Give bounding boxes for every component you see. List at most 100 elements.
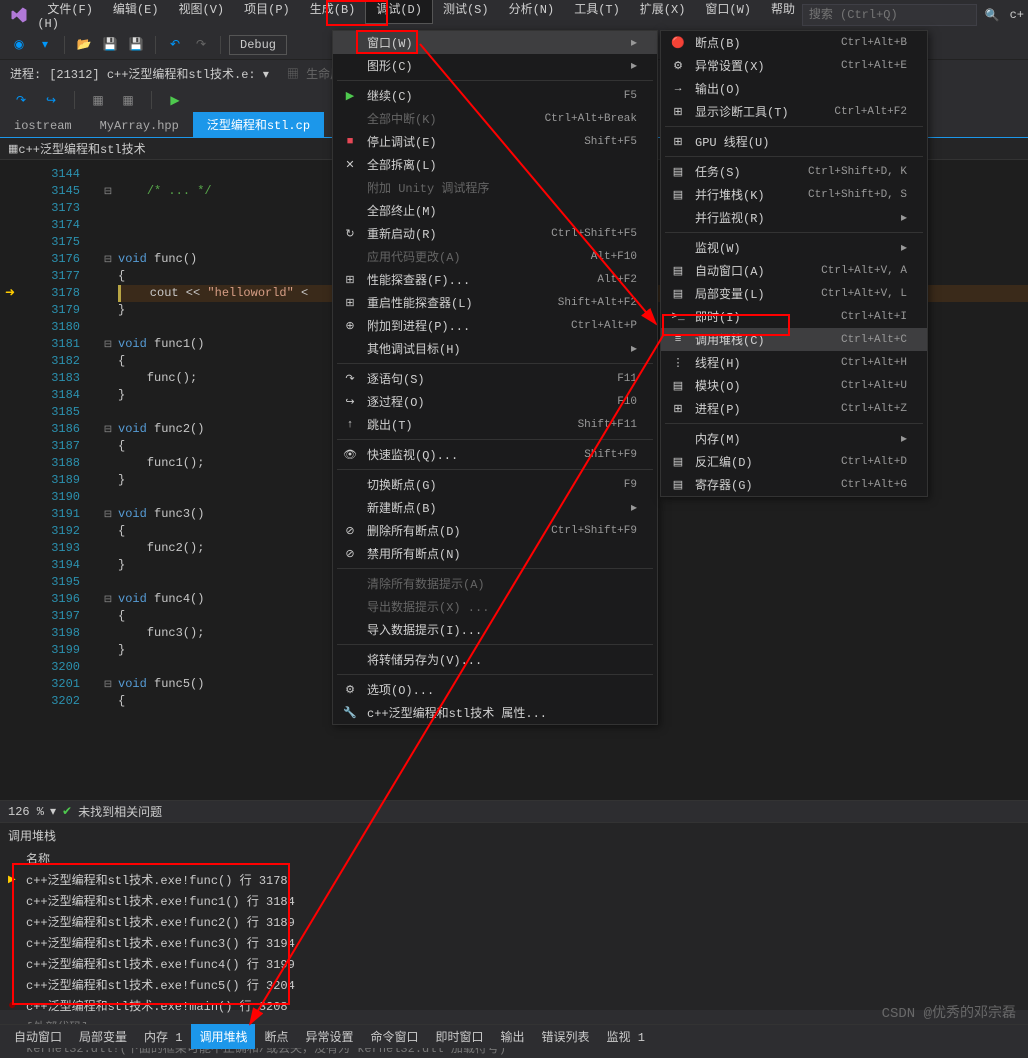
debug-menu-item[interactable]: 🔧c++泛型编程和stl技术 属性... [333, 701, 657, 724]
bottom-tab-10[interactable]: 监视 1 [599, 1024, 653, 1049]
windows-menu-item[interactable]: 并行监视(R)▸ [661, 206, 927, 229]
tab-1[interactable]: MyArray.hpp [86, 115, 193, 137]
callstack-row[interactable]: c++泛型编程和stl技术.exe!func5() 行 3204 [8, 974, 1020, 995]
menu-4[interactable]: 生成(B) [300, 0, 366, 23]
debug-menu-item[interactable]: 窗口(W)▸ [333, 31, 657, 54]
windows-menu-item[interactable]: ▤自动窗口(A)Ctrl+Alt+V, A [661, 259, 927, 282]
debug-menu-item[interactable]: ⊕附加到进程(P)...Ctrl+Alt+P [333, 314, 657, 337]
menu-5[interactable]: 调试(D) [365, 0, 433, 24]
debug-menu-item[interactable]: 将转储另存为(V)... [333, 648, 657, 671]
step-icon[interactable]: ↷ [10, 89, 32, 111]
bottom-tab-5[interactable]: 异常设置 [297, 1024, 361, 1049]
debug-menu-item: 附加 Unity 调试程序 [333, 176, 657, 199]
save-icon[interactable]: 💾 [99, 34, 121, 56]
debug-menu-item[interactable]: ⚙选项(O)... [333, 678, 657, 701]
windows-menu-item[interactable]: >_即时(I)Ctrl+Alt+I [661, 305, 927, 328]
debug-menu-item[interactable]: ■停止调试(E)Shift+F5 [333, 130, 657, 153]
callstack-header: 名称 [8, 848, 1020, 869]
debug-menu-item[interactable]: ⊞性能探查器(F)...Alt+F2 [333, 268, 657, 291]
menubar: 文件(F)编辑(E)视图(V)项目(P)生成(B)调试(D)测试(S)分析(N)… [0, 0, 1028, 30]
windows-menu-item[interactable]: ⊞显示诊断工具(T)Ctrl+Alt+F2 [661, 100, 927, 123]
bottom-tab-8[interactable]: 输出 [493, 1024, 533, 1049]
windows-menu-item[interactable]: ≡调用堆栈(C)Ctrl+Alt+C [661, 328, 927, 351]
windows-menu-item[interactable]: 内存(M)▸ [661, 427, 927, 450]
windows-menu-item[interactable]: ▤模块(O)Ctrl+Alt+U [661, 374, 927, 397]
step2-icon[interactable]: ↪ [40, 89, 62, 111]
open-icon[interactable]: 📂 [73, 34, 95, 56]
windows-menu-item[interactable]: ▤任务(S)Ctrl+Shift+D, K [661, 160, 927, 183]
callstack-row[interactable]: c++泛型编程和stl技术.exe!func3() 行 3194 [8, 932, 1020, 953]
debug-menu-item[interactable]: 其他调试目标(H)▸ [333, 337, 657, 360]
callstack-row[interactable]: c++泛型编程和stl技术.exe!func1() 行 3184 [8, 890, 1020, 911]
debug-menu-item[interactable]: ⊞重启性能探查器(L)Shift+Alt+F2 [333, 291, 657, 314]
tab-2[interactable]: 泛型编程和stl.cp [193, 112, 324, 137]
vs-logo-icon [8, 4, 29, 26]
debug-menu-item[interactable]: ▶继续(C)F5 [333, 84, 657, 107]
debug-menu-item[interactable]: ↻重新启动(R)Ctrl+Shift+F5 [333, 222, 657, 245]
saveall-icon[interactable]: 💾 [125, 34, 147, 56]
debug-menu-item: 导出数据提示(X) ... [333, 595, 657, 618]
debug-menu-item[interactable]: 导入数据提示(I)... [333, 618, 657, 641]
back-icon[interactable]: ◉ [8, 34, 30, 56]
callstack-row[interactable]: ▶c++泛型编程和stl技术.exe!func() 行 3178 [8, 869, 1020, 890]
bottom-tabs: 自动窗口局部变量内存 1调用堆栈断点异常设置命令窗口即时窗口输出错误列表监视 1 [0, 1024, 1028, 1048]
debug-menu[interactable]: 窗口(W)▸图形(C)▸▶继续(C)F5全部中断(K)Ctrl+Alt+Brea… [332, 30, 658, 725]
menu-2[interactable]: 视图(V) [169, 0, 235, 23]
layout2-icon[interactable]: ▦ [117, 89, 139, 111]
fwd-icon[interactable]: ▾ [34, 34, 56, 56]
windows-menu-item[interactable]: ⊞进程(P)Ctrl+Alt+Z [661, 397, 927, 420]
windows-menu-item[interactable]: ▤反汇编(D)Ctrl+Alt+D [661, 450, 927, 473]
debug-menu-item[interactable]: ⊘禁用所有断点(N) [333, 542, 657, 565]
windows-submenu[interactable]: 🔴断点(B)Ctrl+Alt+B⚙异常设置(X)Ctrl+Alt+E→输出(O)… [660, 30, 928, 497]
windows-menu-item[interactable]: 监视(W)▸ [661, 236, 927, 259]
bottom-tab-6[interactable]: 命令窗口 [362, 1024, 426, 1049]
bottom-tab-3[interactable]: 调用堆栈 [191, 1024, 255, 1049]
menu-10[interactable]: 窗口(W) [695, 0, 761, 23]
redo-icon[interactable]: ↷ [190, 34, 212, 56]
debug-menu-item[interactable]: ✕全部拆离(L) [333, 153, 657, 176]
menu-7[interactable]: 分析(N) [499, 0, 565, 23]
menu-3[interactable]: 项目(P) [234, 0, 300, 23]
debug-menu-item[interactable]: ↑跳出(T)Shift+F11 [333, 413, 657, 436]
callstack-row[interactable]: ●c++泛型编程和stl技术.exe!main() 行 3208 [8, 995, 1020, 1016]
bottom-tab-1[interactable]: 局部变量 [71, 1024, 135, 1049]
layout-icon[interactable]: ▦ [87, 89, 109, 111]
debug-menu-item[interactable]: 新建断点(B)▸ [333, 496, 657, 519]
debug-config[interactable]: Debug [229, 35, 287, 55]
debug-menu-item[interactable]: ⊘删除所有断点(D)Ctrl+Shift+F9 [333, 519, 657, 542]
search-icon[interactable]: 🔍 [981, 4, 1004, 27]
bottom-tab-4[interactable]: 断点 [256, 1024, 296, 1049]
bottom-tab-2[interactable]: 内存 1 [136, 1024, 190, 1049]
debug-menu-item[interactable]: 切换断点(G)F9 [333, 473, 657, 496]
callstack-row[interactable]: c++泛型编程和stl技术.exe!func2() 行 3189 [8, 911, 1020, 932]
zoom-level[interactable]: 126 % [8, 805, 44, 819]
process-name[interactable]: [21312] c++泛型编程和stl技术.e: ▾ [49, 65, 269, 82]
menu-9[interactable]: 扩展(X) [630, 0, 696, 23]
windows-menu-item[interactable]: 🔴断点(B)Ctrl+Alt+B [661, 31, 927, 54]
callstack-row[interactable]: c++泛型编程和stl技术.exe!func4() 行 3199 [8, 953, 1020, 974]
debug-menu-item[interactable]: 全部终止(M) [333, 199, 657, 222]
windows-menu-item[interactable]: ⊞GPU 线程(U) [661, 130, 927, 153]
menu-8[interactable]: 工具(T) [564, 0, 630, 23]
play-icon[interactable]: ▶ [164, 89, 186, 111]
undo-icon[interactable]: ↶ [164, 34, 186, 56]
search-input[interactable] [802, 4, 977, 26]
tab-0[interactable]: iostream [0, 115, 86, 137]
bottom-tab-0[interactable]: 自动窗口 [6, 1024, 70, 1049]
debug-menu-item[interactable]: 图形(C)▸ [333, 54, 657, 77]
fold-column[interactable]: ⊟⊟⊟⊟⊟⊟⊟ [98, 160, 118, 800]
windows-menu-item[interactable]: →输出(O) [661, 77, 927, 100]
menu-1[interactable]: 编辑(E) [103, 0, 169, 23]
debug-menu-item[interactable]: ↪逐过程(O)F10 [333, 390, 657, 413]
windows-menu-item[interactable]: ⚙异常设置(X)Ctrl+Alt+E [661, 54, 927, 77]
debug-menu-item[interactable]: ↷逐语句(S)F11 [333, 367, 657, 390]
windows-menu-item[interactable]: ⋮线程(H)Ctrl+Alt+H [661, 351, 927, 374]
windows-menu-item[interactable]: ▤局部变量(L)Ctrl+Alt+V, L [661, 282, 927, 305]
bottom-tab-9[interactable]: 错误列表 [534, 1024, 598, 1049]
debug-menu-item[interactable]: 👁快速监视(Q)...Shift+F9 [333, 443, 657, 466]
menu-6[interactable]: 测试(S) [433, 0, 499, 23]
windows-menu-item[interactable]: ▤寄存器(G)Ctrl+Alt+G [661, 473, 927, 496]
bottom-tab-7[interactable]: 即时窗口 [428, 1024, 492, 1049]
line-gutter: 3144314531733174317531763177317831793180… [20, 160, 98, 800]
windows-menu-item[interactable]: ▤并行堆栈(K)Ctrl+Shift+D, S [661, 183, 927, 206]
